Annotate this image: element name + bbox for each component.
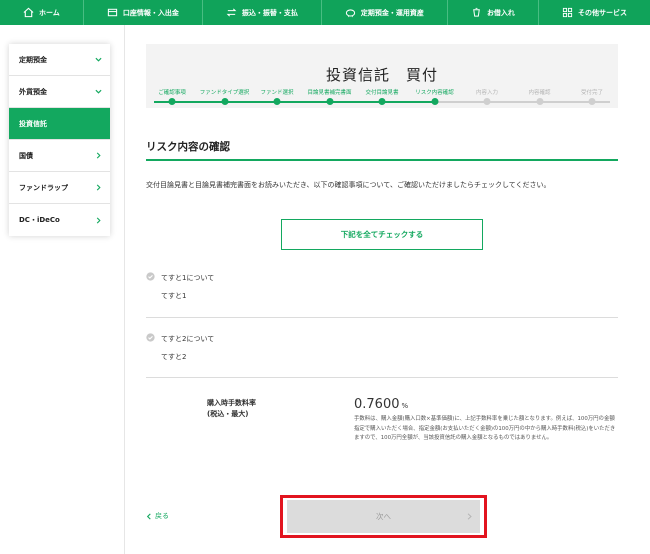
nav-home[interactable]: ホーム	[0, 0, 84, 25]
row-divider	[146, 377, 618, 378]
next-label: 次へ	[376, 512, 391, 521]
step-label: 交付目論見書	[365, 90, 399, 96]
grid-icon	[562, 7, 573, 18]
step-label: 目論見書補完書面	[307, 90, 352, 96]
section-title: リスク内容の確認	[146, 141, 230, 153]
step-dot	[536, 98, 543, 105]
confirmation-item-title: てすと1について	[161, 274, 215, 282]
sidebar: 定期預金 外貨預金 投資信託 国債 ファンドラップ DC・iDeCo	[9, 44, 110, 236]
nav-label: ホーム	[39, 8, 60, 17]
checkmark-icon[interactable]	[146, 333, 155, 342]
confirmation-item: てすと1について てすと1	[146, 272, 618, 302]
step-label: ファンドタイプ選択	[199, 90, 250, 96]
chevron-down-icon	[95, 89, 102, 94]
step-dot	[483, 98, 491, 105]
step-dot	[273, 98, 281, 105]
sidebar-item-dc-ideco[interactable]: DC・iDeCo	[9, 204, 110, 236]
global-nav: ホーム 口座情報・入出金 振込・振替・支払 定期預金・運用資産 お借入れ その他…	[0, 0, 650, 25]
section-divider	[146, 159, 618, 161]
check-all-button[interactable]: 下記を全てチェックする	[281, 219, 483, 250]
nav-label: お借入れ	[486, 8, 515, 17]
instruction-text: 交付目論見書と目論見書補完書面をお読みいただき、以下の確認事項について、ご確認い…	[146, 181, 551, 189]
chevron-left-icon	[146, 512, 151, 520]
nav-loan[interactable]: お借入れ	[448, 0, 539, 25]
piggy-bank-icon	[345, 7, 356, 18]
transfer-icon	[226, 7, 237, 18]
step-line-pending	[434, 101, 610, 103]
nav-other[interactable]: その他サービス	[539, 0, 650, 25]
fee-rate: 0.7600%	[354, 397, 408, 412]
step-label: 受付完了	[580, 90, 604, 96]
chevron-right-icon	[96, 152, 101, 159]
checkmark-icon[interactable]	[146, 272, 155, 281]
sidebar-item-label: 外貨預金	[19, 87, 47, 96]
nav-transfer[interactable]: 振込・振替・支払	[203, 0, 322, 25]
chevron-right-icon	[96, 184, 101, 191]
step-label: ご確認事項	[158, 90, 186, 96]
step-line-done	[154, 101, 435, 103]
sidebar-item-government-bond[interactable]: 国債	[9, 140, 110, 172]
sidebar-item-fund-wrap[interactable]: ファンドラップ	[9, 172, 110, 204]
fee-rate-value: 0.7600	[354, 397, 400, 412]
fee-rate-unit: %	[401, 402, 409, 410]
document-link[interactable]: てすと2	[161, 352, 186, 362]
nav-label: その他サービス	[577, 8, 627, 17]
step-dot	[378, 98, 386, 105]
step-dot	[168, 98, 176, 105]
document-link[interactable]: てすと1	[161, 291, 186, 301]
sidebar-item-label: ファンドラップ	[19, 183, 68, 192]
back-link[interactable]: 戻る	[146, 511, 169, 521]
chevron-right-icon	[96, 216, 101, 224]
step-dot	[326, 98, 333, 105]
step-label: ファンド選択	[260, 90, 294, 96]
nav-deposit[interactable]: 定期預金・運用資産	[322, 0, 448, 25]
sidebar-item-label: DC・iDeCo	[19, 216, 60, 224]
nav-label: 口座情報・入出金	[122, 8, 179, 17]
sidebar-item-label: 定期預金	[19, 55, 47, 64]
step-label: リスク内容確認	[415, 90, 454, 96]
step-label: 内容確認	[528, 90, 551, 96]
confirmation-item: てすと2について てすと2	[146, 333, 618, 363]
loan-icon	[471, 7, 482, 18]
nav-account[interactable]: 口座情報・入出金	[84, 0, 203, 25]
back-label: 戻る	[155, 512, 169, 520]
sidebar-item-label: 投資信託	[19, 119, 47, 128]
step-label: 内容入力	[475, 90, 499, 96]
step-dot	[588, 98, 596, 105]
sidebar-item-foreign-deposit[interactable]: 外貨預金	[9, 76, 110, 108]
row-divider	[146, 317, 618, 318]
nav-label: 振込・振替・支払	[241, 8, 298, 17]
page-title: 投資信託 買付	[325, 66, 438, 84]
step-dot	[221, 98, 228, 105]
sidebar-item-investment-trust[interactable]: 投資信託	[9, 108, 110, 140]
content-divider	[124, 25, 125, 554]
fee-label-line1: 購入時手数料率	[207, 399, 256, 407]
chevron-right-icon	[467, 513, 472, 520]
chevron-down-icon	[95, 57, 102, 62]
fee-label: 購入時手数料率 (税込・最大)	[207, 398, 256, 420]
home-icon	[23, 7, 34, 18]
sidebar-item-time-deposit[interactable]: 定期預金	[9, 44, 110, 76]
step-dot	[431, 98, 438, 105]
fee-label-line2: (税込・最大)	[207, 410, 249, 418]
confirmation-item-title: てすと2について	[161, 335, 215, 343]
nav-label: 定期預金・運用資産	[360, 8, 424, 17]
sidebar-item-label: 国債	[19, 151, 33, 160]
step-indicator: ご確認事項 ファンドタイプ選択 ファンド選択 目論見書補完書面 交付目論見書 リ…	[146, 86, 618, 112]
next-button[interactable]: 次へ	[287, 500, 480, 533]
account-icon	[107, 7, 118, 18]
fee-note: 手数料は、購入金額(購入口数×基準価額)に、上記手数料率を乗じた額となります。例…	[354, 416, 616, 441]
